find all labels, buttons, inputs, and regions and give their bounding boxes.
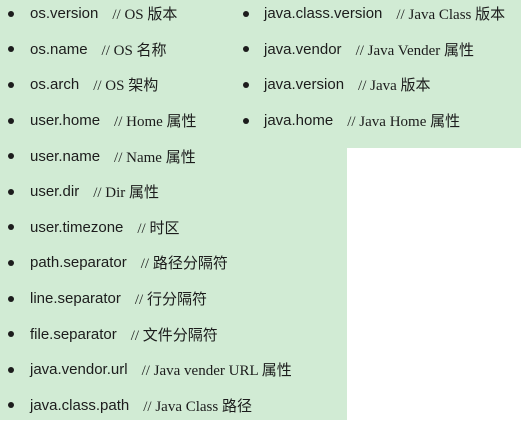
- property-comment: // Java 版本: [358, 78, 431, 95]
- property-comment: // 文件分隔符: [130, 327, 218, 344]
- property-name: java.version: [264, 76, 345, 94]
- list-item: user.dir // Dir 属性: [0, 174, 292, 210]
- property-name: java.class.version: [264, 5, 383, 23]
- bullet-icon: [8, 366, 14, 373]
- property-name: os.name: [30, 40, 88, 58]
- list-item: java.home // Java Home 属性: [237, 103, 505, 139]
- property-name: os.arch: [30, 76, 80, 94]
- property-name: java.class.path: [30, 396, 130, 414]
- property-name: user.name: [30, 147, 101, 165]
- bullet-icon: [8, 46, 14, 53]
- bullet-icon: [8, 331, 14, 338]
- bullet-icon: [243, 81, 249, 88]
- property-comment: // Java Vender 属性: [355, 42, 475, 59]
- bullet-icon: [243, 10, 249, 17]
- property-name: file.separator: [30, 325, 117, 343]
- property-comment: // 行分隔符: [134, 292, 207, 309]
- list-item: line.separator // 行分隔符: [0, 281, 292, 317]
- bullet-icon: [8, 295, 14, 302]
- property-list-right: java.class.version // Java Class 版本 java.…: [237, 0, 505, 138]
- bullet-icon: [8, 10, 14, 17]
- property-comment: // Java Home 属性: [347, 114, 461, 131]
- bullet-icon: [8, 259, 14, 266]
- property-comment: // Name 属性: [114, 149, 196, 166]
- property-comment: // Java Class 版本: [396, 7, 506, 24]
- bullet-icon: [243, 117, 249, 124]
- property-name: java.vendor: [264, 40, 342, 58]
- property-comment: // 时区: [137, 220, 180, 237]
- bullet-icon: [8, 224, 14, 231]
- list-item: java.vendor // Java Vender 属性: [237, 32, 505, 68]
- property-comment: // Home 属性: [114, 114, 197, 131]
- property-name: os.version: [30, 5, 99, 23]
- property-name: user.home: [30, 112, 101, 130]
- property-comment: // Dir 属性: [93, 185, 160, 202]
- property-comment: // Java Class 路径: [143, 398, 252, 415]
- property-comment: // OS 名称: [101, 42, 167, 59]
- list-item: file.separator // 文件分隔符: [0, 316, 292, 352]
- list-item: path.separator // 路径分隔符: [0, 245, 292, 281]
- list-item: user.timezone // 时区: [0, 210, 292, 246]
- list-item: java.class.version // Java Class 版本: [237, 0, 505, 32]
- property-name: user.timezone: [30, 218, 124, 236]
- property-name: java.home: [264, 112, 334, 130]
- property-comment: // 路径分隔符: [140, 256, 228, 273]
- bullet-icon: [243, 46, 249, 53]
- list-item: java.version // Java 版本: [237, 67, 505, 103]
- property-comment: // OS 架构: [93, 78, 159, 95]
- property-name: line.separator: [30, 290, 121, 308]
- property-comment: // Java vender URL 属性: [141, 363, 292, 380]
- bullet-icon: [8, 402, 14, 409]
- property-name: path.separator: [30, 254, 127, 272]
- bullet-icon: [8, 117, 14, 124]
- list-item: user.name // Name 属性: [0, 138, 292, 174]
- bullet-icon: [8, 188, 14, 195]
- property-name: user.dir: [30, 183, 80, 201]
- property-comment: // OS 版本: [112, 7, 178, 24]
- list-item: java.vendor.url // Java vender URL 属性: [0, 352, 292, 388]
- bullet-icon: [8, 81, 14, 88]
- property-name: java.vendor.url: [30, 361, 128, 379]
- bullet-icon: [8, 153, 14, 160]
- list-item: java.class.path // Java Class 路径: [0, 388, 292, 423]
